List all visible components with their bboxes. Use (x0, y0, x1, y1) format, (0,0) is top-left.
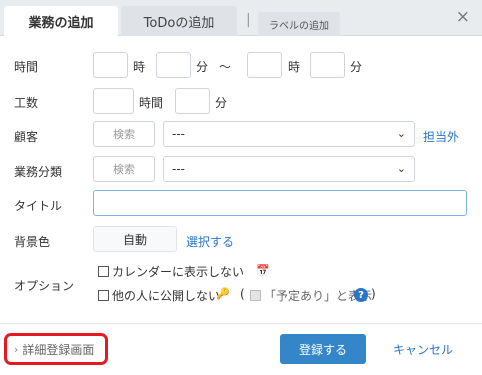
paren-open: ( (240, 287, 245, 301)
time-label: 時間 (14, 60, 39, 74)
tab-add-task[interactable]: 業務の追加 (4, 6, 118, 36)
tab-add-label[interactable]: ラベルの追加 (258, 12, 340, 36)
customer-select[interactable]: --- ⌄ (163, 121, 415, 147)
end-hour-input[interactable] (247, 52, 282, 78)
bgcolor-select-link[interactable]: 選択する (186, 233, 234, 250)
category-search-input[interactable]: 検索 (93, 156, 155, 182)
private-label: 他の人に公開しない (112, 289, 221, 303)
customer-select-value: --- (172, 127, 185, 141)
category-select[interactable]: --- ⌄ (163, 156, 415, 182)
bgcolor-auto-button[interactable]: 自動 (93, 226, 177, 252)
title-input[interactable] (93, 190, 467, 216)
key-icon: 🔑 (216, 287, 230, 300)
effort-label: 工数 (14, 96, 39, 110)
paren-close: ) (371, 287, 376, 301)
customer-unassigned-link[interactable]: 担当外 (423, 128, 459, 145)
end-hour-unit: 時 (288, 60, 301, 74)
bgcolor-label: 背景色 (14, 235, 51, 249)
time-range-tilde: ～ (219, 60, 232, 74)
customer-label: 顧客 (14, 130, 39, 144)
close-icon[interactable]: × (456, 7, 470, 27)
tab-separator: | (246, 12, 251, 28)
dialog-header: 業務の追加 ToDoの追加 | ラベルの追加 × (0, 0, 482, 36)
register-button[interactable]: 登録する (280, 334, 366, 364)
detail-registration-link[interactable]: › 詳細登録画面 (4, 333, 108, 365)
category-label: 業務分類 (14, 165, 63, 179)
category-select-value: --- (172, 162, 185, 176)
chevron-down-icon: ⌄ (396, 162, 406, 175)
start-minute-input[interactable] (156, 52, 191, 78)
end-minute-unit: 分 (350, 60, 363, 74)
hide-calendar-checkbox[interactable] (98, 266, 109, 277)
effort-minute-input[interactable] (175, 88, 210, 114)
chevron-down-icon: ⌄ (396, 127, 406, 140)
start-hour-input[interactable] (93, 52, 128, 78)
show-busy-checkbox[interactable] (250, 290, 261, 301)
options-label: オプション (14, 279, 75, 293)
effort-hour-unit: 時間 (139, 96, 164, 110)
chevron-right-icon: › (14, 342, 19, 356)
effort-hour-input[interactable] (93, 88, 134, 114)
calendar-icon: 📅 (256, 264, 270, 277)
tab-add-todo[interactable]: ToDoの追加 (121, 6, 237, 36)
start-minute-unit: 分 (196, 60, 209, 74)
help-icon[interactable]: ? (354, 288, 368, 302)
footer-divider (0, 323, 482, 324)
start-hour-unit: 時 (133, 60, 146, 74)
customer-search-input[interactable]: 検索 (93, 121, 155, 147)
detail-registration-label: 詳細登録画面 (22, 342, 95, 357)
private-checkbox[interactable] (98, 290, 109, 301)
end-minute-input[interactable] (310, 52, 345, 78)
effort-minute-unit: 分 (215, 96, 228, 110)
title-label: タイトル (14, 199, 63, 213)
cancel-button[interactable]: キャンセル (393, 341, 453, 358)
hide-calendar-label: カレンダーに表示しない (112, 265, 245, 279)
